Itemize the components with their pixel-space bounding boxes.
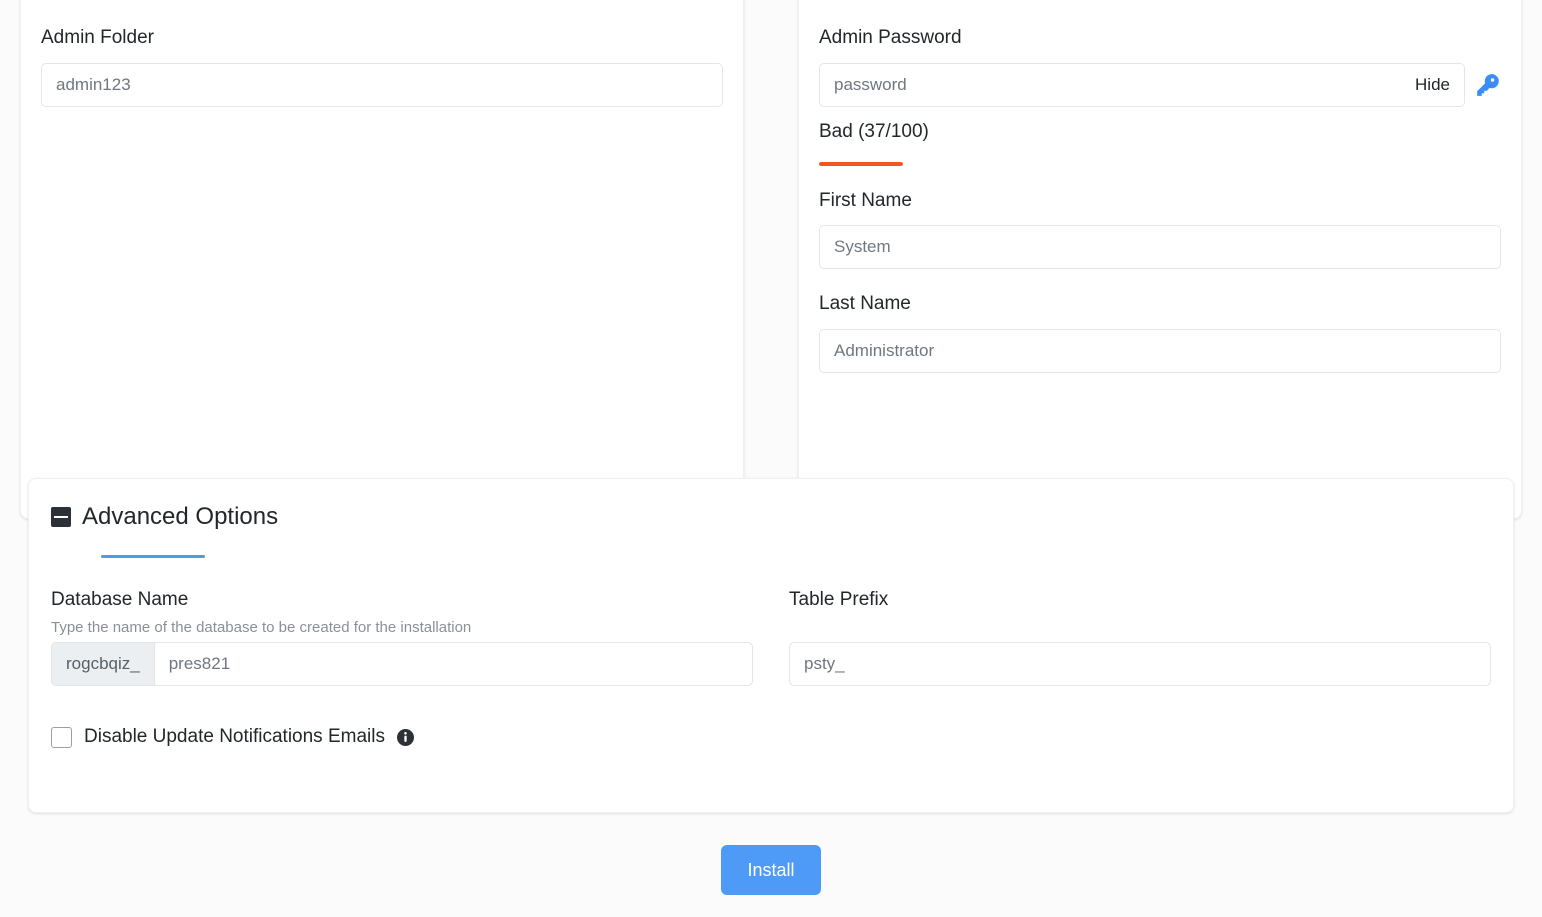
admin-password-row: password Hide xyxy=(819,62,1501,107)
admin-password-input[interactable]: password Hide xyxy=(819,62,1465,107)
password-strength-bar xyxy=(819,161,903,166)
right-settings-card: Admin Password password Hide Bad (37/100… xyxy=(798,0,1522,519)
installer-page: Admin Folder admin123 Admin Password pas… xyxy=(0,0,1542,917)
advanced-options-underline xyxy=(101,555,205,558)
table-prefix-column: Table Prefix psty_ xyxy=(789,587,1491,686)
table-prefix-label: Table Prefix xyxy=(789,589,889,610)
table-prefix-labels: Table Prefix xyxy=(789,587,1491,642)
minus-square-icon[interactable] xyxy=(51,507,71,527)
disable-updates-checkbox[interactable] xyxy=(51,726,72,748)
advanced-options-title: Advanced Options xyxy=(82,503,279,530)
first-name-label: First Name xyxy=(819,189,912,211)
advanced-options-header[interactable]: Advanced Options xyxy=(51,505,1491,529)
admin-folder-label: Admin Folder xyxy=(41,27,154,48)
password-strength-label: Bad (37/100) xyxy=(819,120,929,142)
advanced-options-card: Advanced Options Database Name Type the … xyxy=(28,478,1514,813)
database-name-labels: Database Name Type the name of the datab… xyxy=(51,587,753,642)
database-name-input-group: rogcbqiz_ pres821 xyxy=(51,642,753,686)
first-name-input[interactable]: System xyxy=(819,225,1501,270)
admin-password-label: Admin Password xyxy=(819,27,962,48)
admin-folder-field: Admin Folder admin123 xyxy=(41,25,723,107)
database-name-column: Database Name Type the name of the datab… xyxy=(51,587,753,686)
first-name-field: First Name System xyxy=(819,188,1501,270)
install-button-row: Install xyxy=(0,845,1542,895)
top-cards-row: Admin Folder admin123 Admin Password pas… xyxy=(0,0,1542,519)
last-name-label: Last Name xyxy=(819,293,911,315)
install-button[interactable]: Install xyxy=(721,845,821,895)
database-name-label: Database Name xyxy=(51,589,189,610)
key-icon[interactable] xyxy=(1475,72,1501,98)
last-name-input[interactable]: Administrator xyxy=(819,328,1501,373)
disable-updates-row: Disable Update Notifications Emails xyxy=(51,726,1491,748)
left-settings-card: Admin Folder admin123 xyxy=(20,0,744,519)
table-prefix-input[interactable]: psty_ xyxy=(789,642,1491,686)
info-icon[interactable] xyxy=(396,728,414,746)
admin-password-value: password xyxy=(834,74,907,94)
password-visibility-toggle[interactable]: Hide xyxy=(1407,75,1450,95)
password-strength-fill xyxy=(819,161,903,166)
database-name-input[interactable]: pres821 xyxy=(155,643,752,685)
admin-folder-input[interactable]: admin123 xyxy=(41,62,723,107)
database-name-prefix: rogcbqiz_ xyxy=(52,643,155,685)
disable-updates-label: Disable Update Notifications Emails xyxy=(84,726,385,747)
advanced-options-grid: Database Name Type the name of the datab… xyxy=(51,587,1491,686)
admin-password-field: Admin Password password Hide Bad (37/100… xyxy=(819,25,1501,166)
database-name-help: Type the name of the database to be crea… xyxy=(51,618,472,636)
last-name-field: Last Name Administrator xyxy=(819,291,1501,373)
